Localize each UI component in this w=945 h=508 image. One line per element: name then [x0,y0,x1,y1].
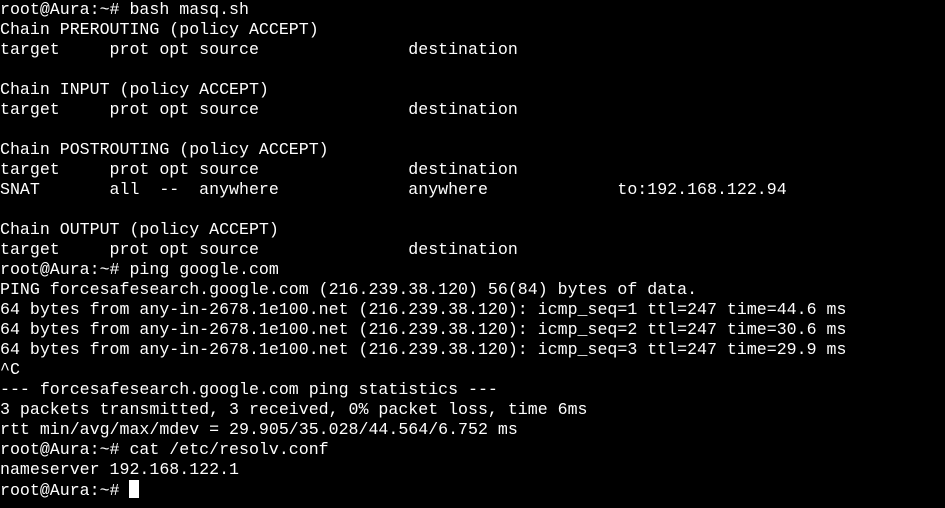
terminal-line: Chain PREROUTING (policy ACCEPT) [0,20,319,39]
shell-prompt: root@Aura:~# [0,481,130,500]
terminal-line: target prot opt source destination [0,240,518,259]
terminal-line: Chain INPUT (policy ACCEPT) [0,80,269,99]
terminal-line: 64 bytes from any-in-2678.1e100.net (216… [0,300,847,319]
terminal-line: PING forcesafesearch.google.com (216.239… [0,280,698,299]
terminal-line: 64 bytes from any-in-2678.1e100.net (216… [0,340,847,359]
terminal-line: root@Aura:~# ping google.com [0,260,279,279]
terminal-line: Chain OUTPUT (policy ACCEPT) [0,220,279,239]
terminal-line: Chain POSTROUTING (policy ACCEPT) [0,140,329,159]
terminal-line: 64 bytes from any-in-2678.1e100.net (216… [0,320,847,339]
terminal-line: target prot opt source destination [0,100,518,119]
terminal-line: SNAT all -- anywhere anywhere to:192.168… [0,180,787,199]
terminal-window[interactable]: root@Aura:~# bash masq.sh Chain PREROUTI… [0,0,945,508]
terminal-line: target prot opt source destination [0,160,518,179]
terminal-line: nameserver 192.168.122.1 [0,460,239,479]
terminal-line: root@Aura:~# cat /etc/resolv.conf [0,440,329,459]
terminal-line: target prot opt source destination [0,40,518,59]
terminal-input-line[interactable]: root@Aura:~# [0,480,945,500]
block-cursor-icon [129,480,140,498]
terminal-line: rtt min/avg/max/mdev = 29.905/35.028/44.… [0,420,518,439]
terminal-line: root@Aura:~# bash masq.sh [0,0,249,19]
terminal-line: --- forcesafesearch.google.com ping stat… [0,380,498,399]
terminal-line: ^C [0,360,20,379]
terminal-line: 3 packets transmitted, 3 received, 0% pa… [0,400,588,419]
